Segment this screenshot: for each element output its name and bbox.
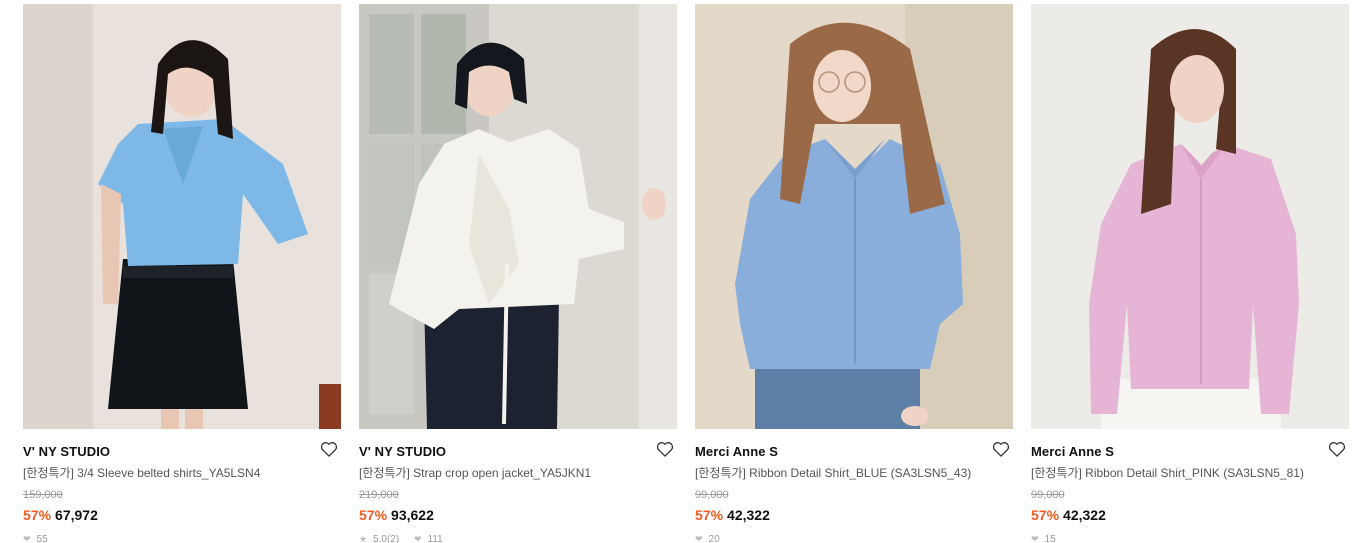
model-photo xyxy=(695,4,1013,429)
sale-price: 93,622 xyxy=(391,507,434,523)
like-count: ❤ 15 xyxy=(1031,534,1056,543)
sale-price: 67,972 xyxy=(55,507,98,523)
price-row: 57% 93,622 xyxy=(359,506,677,524)
price-row: 57% 67,972 xyxy=(23,506,341,524)
product-meta: ❤ 55 xyxy=(23,533,341,543)
product-card[interactable]: V' NY STUDIO [한정특가] 3/4 Sleeve belted sh… xyxy=(23,4,341,543)
discount-rate: 57% xyxy=(23,507,52,523)
like-count: ❤ 20 xyxy=(695,534,720,543)
heart-outline-icon[interactable] xyxy=(319,439,339,459)
heart-outline-icon[interactable] xyxy=(1327,439,1347,459)
product-meta: ❤ 20 xyxy=(695,533,1013,543)
product-image[interactable] xyxy=(23,4,341,429)
heart-outline-icon[interactable] xyxy=(991,439,1011,459)
rating: ★ 5.0(2) xyxy=(359,534,400,543)
product-image[interactable] xyxy=(695,4,1013,429)
discount-rate: 57% xyxy=(359,507,388,523)
heart-icon: ❤ xyxy=(695,534,703,543)
model-photo xyxy=(23,4,341,429)
brand-name[interactable]: Merci Anne S xyxy=(1031,443,1349,461)
brand-name[interactable]: V' NY STUDIO xyxy=(23,443,341,461)
product-name[interactable]: [한정특가] Strap crop open jacket_YA5JKN1 xyxy=(359,465,677,481)
product-name[interactable]: [한정특가] Ribbon Detail Shirt_PINK (SA3LSN5… xyxy=(1031,465,1349,481)
product-image[interactable] xyxy=(1031,4,1349,429)
sale-price: 42,322 xyxy=(1063,507,1106,523)
original-price: 99,000 xyxy=(695,489,729,501)
product-grid: V' NY STUDIO [한정특가] 3/4 Sleeve belted sh… xyxy=(0,0,1357,543)
discount-rate: 57% xyxy=(1031,507,1060,523)
original-price: 159,000 xyxy=(23,489,63,501)
heart-icon: ❤ xyxy=(413,534,422,543)
product-meta: ❤ 15 xyxy=(1031,533,1349,543)
product-card[interactable]: V' NY STUDIO [한정특가] Strap crop open jack… xyxy=(359,4,677,543)
product-meta: ★ 5.0(2) ❤ 111 xyxy=(359,533,677,543)
heart-icon: ❤ xyxy=(1031,534,1039,543)
price-row: 57% 42,322 xyxy=(695,506,1013,524)
like-count: ❤ 55 xyxy=(23,534,48,543)
product-card[interactable]: Merci Anne S [한정특가] Ribbon Detail Shirt_… xyxy=(695,4,1013,543)
price-row: 57% 42,322 xyxy=(1031,506,1349,524)
model-photo xyxy=(1031,4,1349,429)
product-name[interactable]: [한정특가] 3/4 Sleeve belted shirts_YA5LSN4 xyxy=(23,465,341,481)
original-price: 219,000 xyxy=(359,489,399,501)
like-count: ❤ 111 xyxy=(413,534,443,543)
star-icon: ★ xyxy=(359,534,368,543)
original-price: 99,000 xyxy=(1031,489,1065,501)
sale-price: 42,322 xyxy=(727,507,770,523)
heart-icon: ❤ xyxy=(23,534,31,543)
product-image[interactable] xyxy=(359,4,677,429)
brand-name[interactable]: V' NY STUDIO xyxy=(359,443,677,461)
product-name[interactable]: [한정특가] Ribbon Detail Shirt_BLUE (SA3LSN5… xyxy=(695,465,1013,481)
model-photo xyxy=(359,4,677,429)
discount-rate: 57% xyxy=(695,507,724,523)
brand-name[interactable]: Merci Anne S xyxy=(695,443,1013,461)
product-card[interactable]: Merci Anne S [한정특가] Ribbon Detail Shirt_… xyxy=(1031,4,1349,543)
heart-outline-icon[interactable] xyxy=(655,439,675,459)
